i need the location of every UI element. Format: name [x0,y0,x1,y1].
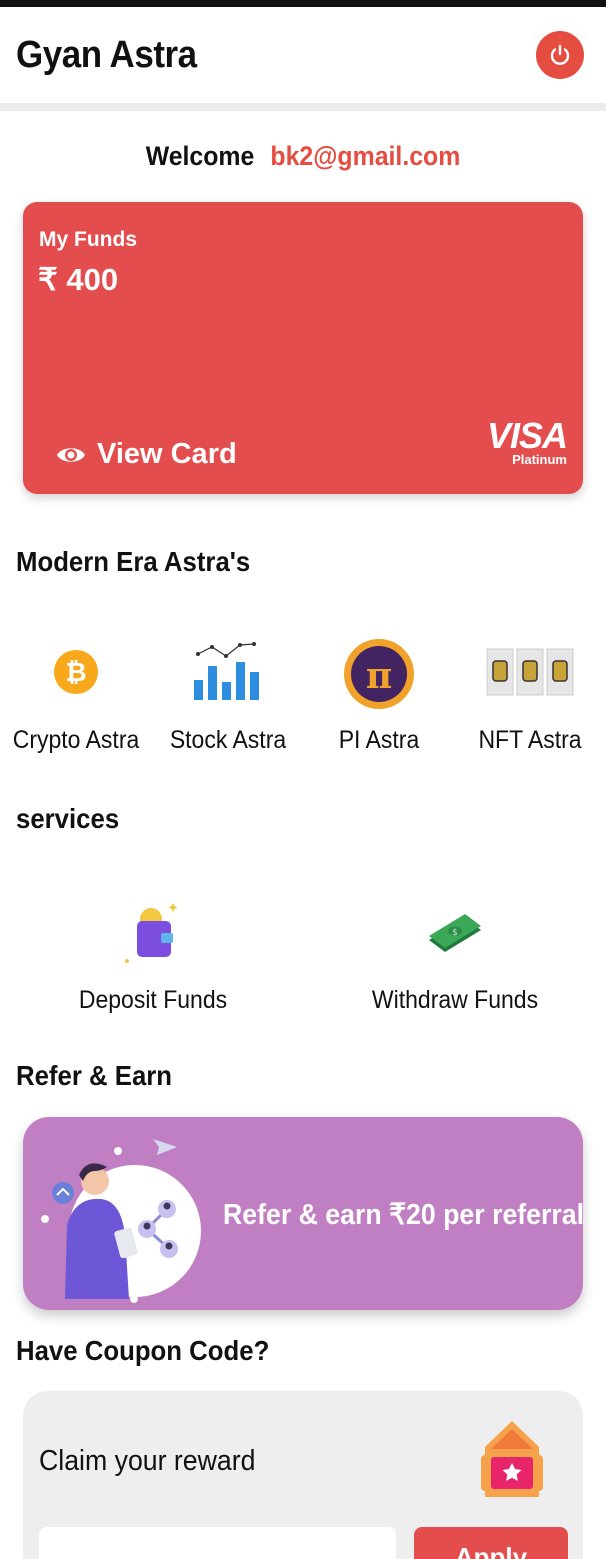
coupon-card: Claim your reward Apply [23,1391,583,1559]
svg-text:π: π [366,655,392,697]
power-icon [550,44,570,65]
astra-label: PI Astra [338,726,420,754]
pi-coin-icon: π [344,639,414,709]
eye-icon [57,447,85,462]
astra-item-pi[interactable]: π PI Astra [304,622,454,755]
view-card-button[interactable]: View Card [55,438,237,471]
app-title: Gyan Astra [16,33,197,76]
header-divider [0,103,606,111]
referral-illustration-icon [41,1139,201,1303]
astra-label: Stock Astra [169,726,287,754]
astra-list: ₿ Crypto Astra Stock Astra π PI Astra NF… [0,622,606,762]
svg-text:₿: ₿ [65,658,86,688]
svg-text:$: $ [452,928,458,938]
view-card-label: View Card [97,438,237,470]
app-header: Gyan Astra [0,7,606,103]
user-email: bk2@gmail.com [270,141,461,171]
funds-card: My Funds ₹ 400 View Card VISA Platinum [23,202,583,494]
services-section-title: services [16,803,120,834]
deposit-funds-button[interactable]: Deposit Funds [63,890,243,1015]
visa-logo: VISA Platinum [486,415,568,468]
coupon-section-title: Have Coupon Code? [16,1335,270,1366]
service-label: Withdraw Funds [371,986,539,1014]
refer-banner-text: Refer & earn ₹20 per referral [223,1199,585,1231]
cash-icon: $ [429,914,481,952]
funds-amount: ₹ 400 [38,262,119,297]
wallet-icon [125,903,178,963]
refer-section-title: Refer & Earn [16,1060,173,1091]
coupon-input[interactable] [39,1527,396,1559]
astra-item-nft[interactable]: NFT Astra [455,622,605,755]
status-bar [0,0,606,7]
nft-icon [486,648,574,696]
logout-button[interactable] [536,31,584,79]
bitcoin-icon: ₿ [54,650,98,694]
withdraw-funds-button[interactable]: $ Withdraw Funds [364,890,546,1015]
coupon-card-title: Claim your reward [39,1445,256,1477]
astra-item-stock[interactable]: Stock Astra [153,622,303,755]
welcome-line: Welcome bk2@gmail.com [24,141,582,181]
bar-chart-icon [194,642,259,700]
funds-label: My Funds [39,228,137,251]
apply-coupon-button[interactable]: Apply [414,1527,568,1559]
card-brand: VISA [486,415,568,456]
astra-label: NFT Astra [478,726,582,754]
astra-item-crypto[interactable]: ₿ Crypto Astra [1,622,151,755]
reward-ticket-icon [481,1421,543,1497]
astra-label: Crypto Astra [12,726,140,754]
service-label: Deposit Funds [78,986,228,1014]
refer-banner[interactable]: Refer & earn ₹20 per referral [23,1117,585,1310]
modern-section-title: Modern Era Astra's [16,546,251,577]
welcome-label: Welcome [145,141,255,171]
